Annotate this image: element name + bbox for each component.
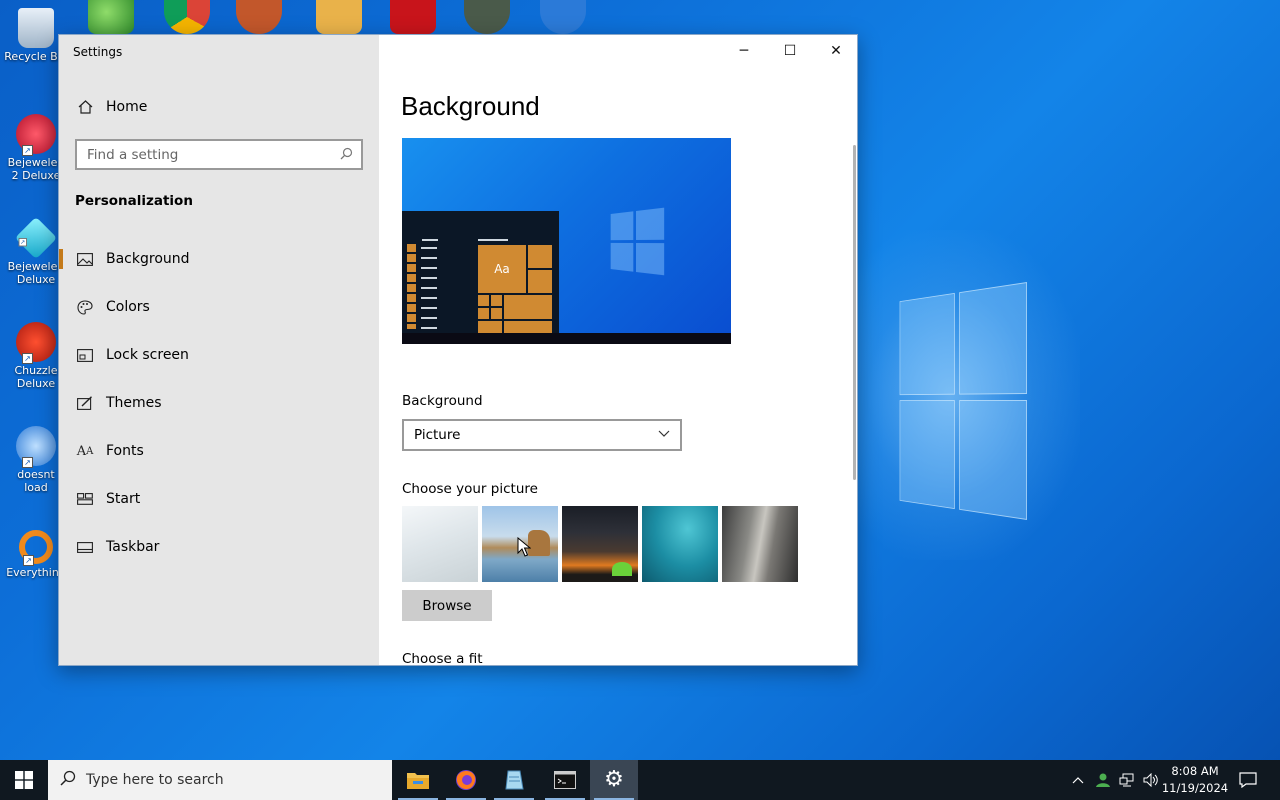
tray-user-icon[interactable] bbox=[1092, 760, 1114, 800]
taskbar-search-placeholder: Type here to search bbox=[86, 772, 224, 788]
nav-item-label: Start bbox=[106, 491, 141, 507]
nav-item-themes[interactable]: Themes bbox=[59, 383, 379, 423]
desktop-icon-app-dark[interactable] bbox=[464, 0, 510, 34]
desktop-icon-label: Bejeweled 2 Deluxe bbox=[7, 156, 65, 182]
section-heading-personalization: Personalization bbox=[75, 193, 193, 209]
desktop-icon-chrome[interactable] bbox=[164, 0, 210, 34]
taskbar-settings[interactable]: ⚙ bbox=[590, 760, 638, 800]
nav-item-label: Lock screen bbox=[106, 347, 189, 363]
palette-icon bbox=[75, 299, 95, 315]
chevron-down-icon bbox=[658, 427, 670, 441]
taskbar-search-box[interactable]: Type here to search bbox=[48, 760, 392, 800]
start-button[interactable] bbox=[0, 760, 48, 800]
start-icon bbox=[75, 493, 95, 505]
find-setting-placeholder: Find a setting bbox=[87, 146, 179, 163]
desktop-icon-label: Everything bbox=[6, 566, 66, 579]
recycle-bin-icon bbox=[18, 8, 54, 48]
background-type-dropdown[interactable]: Picture bbox=[402, 419, 682, 451]
desktop-icon-thunderbird[interactable] bbox=[540, 0, 586, 34]
picture-thumbnail-3[interactable] bbox=[562, 506, 638, 582]
firefox-icon bbox=[456, 770, 476, 790]
background-type-value: Picture bbox=[414, 427, 461, 443]
nav-item-taskbar[interactable]: Taskbar bbox=[59, 527, 379, 567]
nav-item-background[interactable]: Background bbox=[59, 239, 379, 279]
wallpaper-windows-logo bbox=[899, 282, 1027, 520]
tray-volume-icon[interactable] bbox=[1140, 760, 1162, 800]
preview-windows-logo bbox=[610, 207, 668, 277]
nav-home-label: Home bbox=[106, 99, 148, 115]
picture-thumbnail-4[interactable] bbox=[642, 506, 718, 582]
mouse-cursor-icon bbox=[517, 536, 532, 561]
search-icon bbox=[340, 147, 353, 164]
lock-screen-icon bbox=[75, 348, 95, 362]
browse-button[interactable]: Browse bbox=[402, 590, 492, 621]
settings-content-pane: ─ ☐ ✕ Background Aa Background Picture C… bbox=[379, 35, 857, 666]
preview-tile-aa: Aa bbox=[478, 245, 526, 293]
picture-thumbnail-5[interactable] bbox=[722, 506, 798, 582]
close-button[interactable]: ✕ bbox=[813, 35, 857, 67]
bejeweled-icon: ↗ bbox=[14, 216, 58, 260]
home-icon bbox=[75, 100, 95, 114]
choose-fit-label: Choose a fit bbox=[402, 651, 483, 666]
nav-item-label: Fonts bbox=[106, 443, 144, 459]
preview-start-menu: Aa bbox=[402, 211, 559, 333]
nav-item-lock-screen[interactable]: Lock screen bbox=[59, 335, 379, 375]
nav-home[interactable]: Home bbox=[59, 87, 379, 127]
desktop-icon-app-folder[interactable] bbox=[316, 0, 362, 34]
window-title: Settings bbox=[73, 45, 123, 59]
tray-chevron-up-icon[interactable] bbox=[1068, 760, 1088, 800]
background-preview: Aa bbox=[402, 138, 731, 344]
image-icon bbox=[75, 252, 95, 266]
settings-gear-icon: ⚙ bbox=[604, 767, 624, 792]
thunderbird-icon: ↗ bbox=[16, 426, 56, 468]
taskbar-clock[interactable]: 8:08 AM 11/19/2024 bbox=[1160, 763, 1230, 797]
choose-picture-label: Choose your picture bbox=[402, 481, 538, 497]
settings-window: Settings Home Find a setting Personaliza… bbox=[58, 34, 858, 666]
taskbar: Type here to search ⚙ 8:08 AM 11/19/2024 bbox=[0, 760, 1280, 800]
fonts-icon: AA bbox=[76, 443, 94, 459]
find-setting-input[interactable]: Find a setting bbox=[75, 139, 363, 170]
notepad-icon bbox=[505, 770, 524, 790]
taskbar-terminal[interactable] bbox=[541, 760, 589, 800]
tray-network-icon[interactable] bbox=[1116, 760, 1138, 800]
clock-time: 8:08 AM bbox=[1171, 764, 1219, 778]
themes-icon bbox=[75, 396, 95, 410]
file-explorer-icon bbox=[407, 773, 429, 789]
windows-logo-icon bbox=[15, 771, 33, 789]
chuzzle-icon: ↗ bbox=[16, 322, 56, 364]
notification-center-icon[interactable] bbox=[1234, 760, 1262, 800]
picture-thumbnail-1[interactable] bbox=[402, 506, 478, 582]
taskbar-file-explorer[interactable] bbox=[394, 760, 442, 800]
search-icon bbox=[60, 770, 76, 790]
nav-item-label: Colors bbox=[106, 299, 150, 315]
page-title: Background bbox=[401, 91, 540, 121]
magnifier-icon: ↗ bbox=[19, 530, 53, 566]
taskbar-notepad[interactable] bbox=[490, 760, 538, 800]
nav-item-label: Background bbox=[106, 251, 190, 267]
nav-item-colors[interactable]: Colors bbox=[59, 287, 379, 327]
desktop-icon-flash[interactable] bbox=[390, 0, 436, 34]
desktop-icon-label: Bejeweled Deluxe bbox=[7, 260, 65, 286]
nav-item-label: Themes bbox=[106, 395, 162, 411]
terminal-icon bbox=[554, 771, 576, 789]
maximize-button[interactable]: ☐ bbox=[767, 35, 813, 67]
nav-item-start[interactable]: Start bbox=[59, 479, 379, 519]
settings-nav-pane: Settings Home Find a setting Personaliza… bbox=[59, 35, 379, 665]
desktop-icon-label: doesnt load bbox=[17, 468, 55, 494]
taskbar-icon bbox=[75, 541, 95, 553]
minimize-button[interactable]: ─ bbox=[721, 35, 767, 67]
nav-item-label: Taskbar bbox=[106, 539, 160, 555]
desktop-icon-people[interactable] bbox=[88, 0, 134, 34]
nav-item-fonts[interactable]: AA Fonts bbox=[59, 431, 379, 471]
background-label: Background bbox=[402, 393, 483, 409]
content-scrollbar[interactable] bbox=[853, 145, 856, 480]
desktop-icon-app-red[interactable] bbox=[236, 0, 282, 34]
preview-taskbar bbox=[402, 333, 731, 344]
desktop-icon-label: Chuzzle Deluxe bbox=[14, 364, 58, 390]
clock-date: 11/19/2024 bbox=[1161, 781, 1229, 795]
taskbar-firefox[interactable] bbox=[442, 760, 490, 800]
bejeweled-2-icon: ↗ bbox=[16, 114, 56, 156]
